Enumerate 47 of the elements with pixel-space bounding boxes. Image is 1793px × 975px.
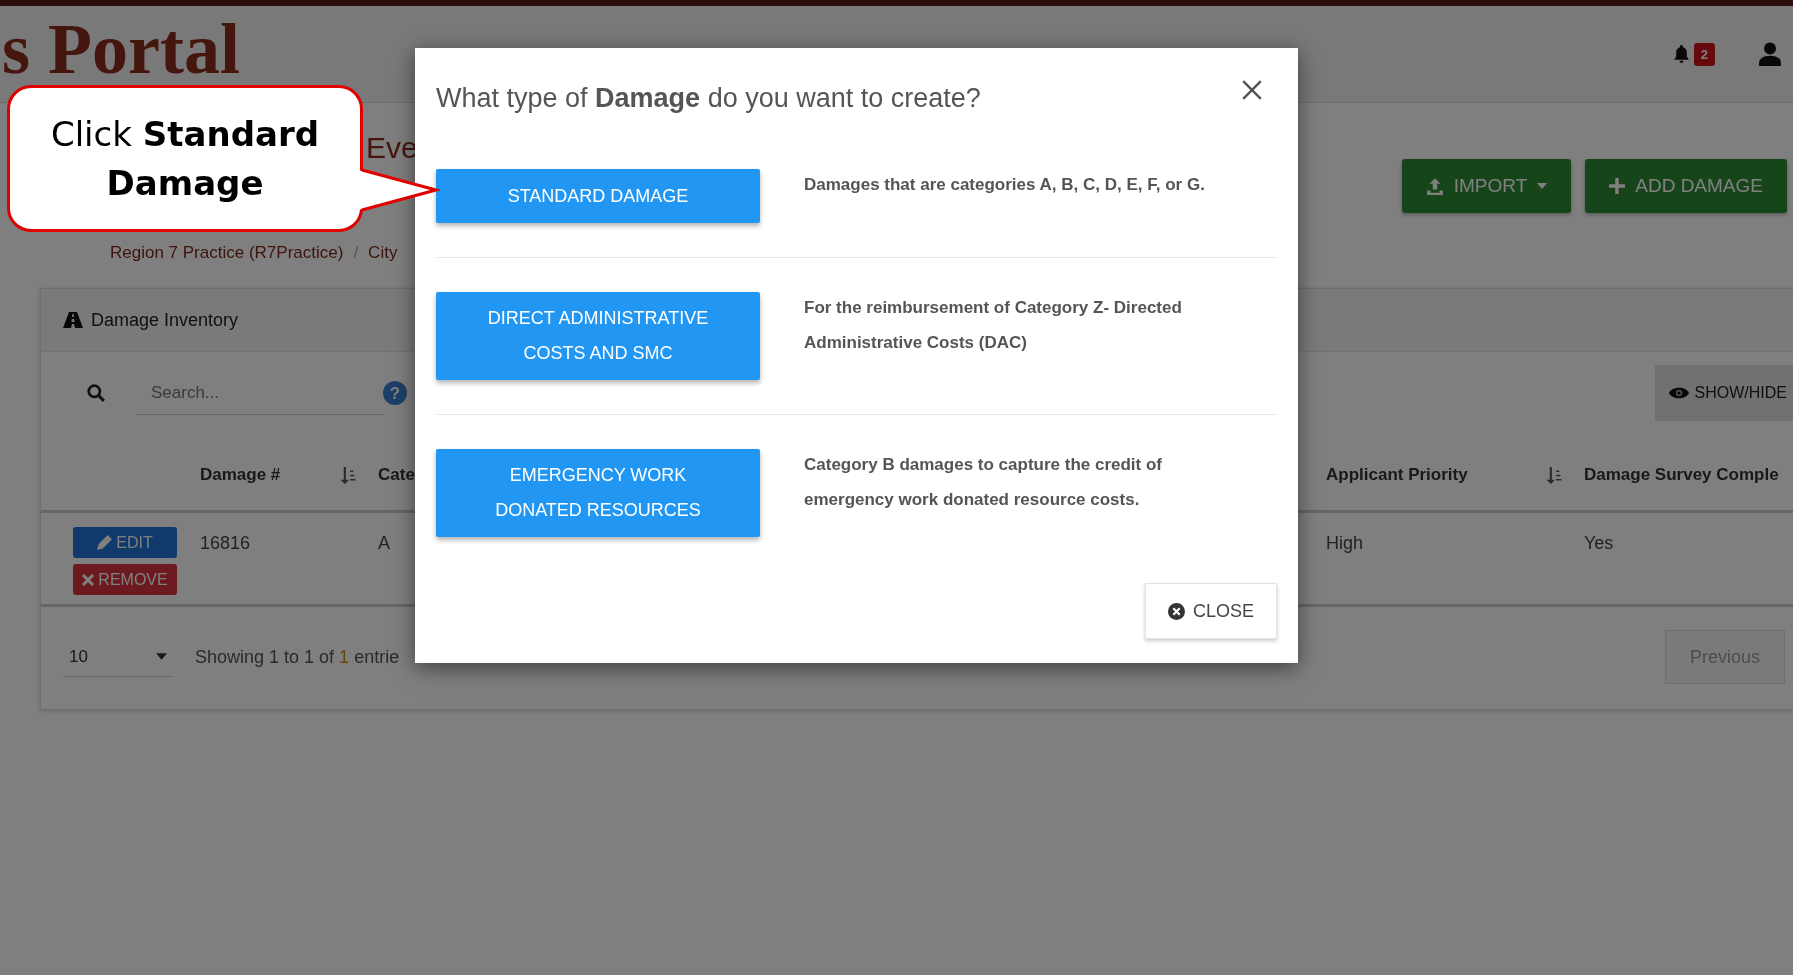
column-header[interactable]: Damage #	[200, 465, 281, 485]
close-icon	[82, 573, 95, 586]
entries-info: Showing 1 to 1 of 1 entrie	[195, 646, 400, 668]
close-button[interactable]: CLOSE	[1144, 583, 1277, 639]
table-cell-text: 16816	[200, 532, 252, 554]
column-header[interactable]: Cate	[378, 465, 415, 485]
show-hide-button[interactable]: SHOW/HIDE	[1654, 365, 1793, 421]
plus-icon	[1609, 178, 1626, 194]
bell-icon[interactable]	[1672, 44, 1690, 64]
user-icon[interactable]	[1759, 42, 1781, 66]
option-description: Damages that are categories A, B, C, D, E, F, or G.	[804, 174, 1206, 196]
modal-title: What type of Damage do you want to create?	[436, 82, 981, 114]
import-button[interactable]: IMPORT	[1401, 159, 1572, 213]
close-circle-icon	[1167, 602, 1185, 620]
column-header[interactable]: Damage Survey Comple	[1584, 465, 1779, 485]
breadcrumb-separator: /	[353, 243, 359, 263]
caret-icon	[1537, 183, 1548, 189]
edit-button[interactable]: EDIT	[73, 527, 177, 558]
callout-bubble: Click Standard Damage	[7, 85, 363, 232]
add-damage-button[interactable]: ADD DAMAGE	[1585, 159, 1787, 213]
caret-icon	[156, 653, 167, 660]
column-header[interactable]: Applicant Priority	[1326, 465, 1468, 485]
option-description: For the reimbursement of Category Z- Directed Administrative Costs (DAC)	[804, 297, 1183, 354]
breadcrumb-link[interactable]: Region 7 Practice (R7Practice)	[110, 243, 344, 263]
sort-icon[interactable]	[340, 466, 356, 484]
help-icon[interactable]: ?	[383, 381, 407, 405]
road-icon	[63, 312, 83, 328]
panel-title: Damage Inventory	[91, 309, 239, 331]
table-cell-text: High	[1326, 532, 1365, 554]
page-size-select[interactable]: 10	[63, 637, 173, 677]
notification-badge: 2	[1693, 42, 1715, 66]
table-cell-text: Yes	[1584, 532, 1615, 554]
pencil-icon	[97, 535, 113, 550]
table-cell-text: A	[378, 532, 391, 554]
portal-logo: s Portal	[2, 13, 240, 85]
eye-icon	[1668, 387, 1689, 399]
close-icon[interactable]	[1241, 79, 1263, 101]
damage-type-button[interactable]: EMERGENCY WORK DONATED RESOURCES	[436, 449, 760, 537]
sort-icon[interactable]	[1546, 466, 1562, 484]
upload-icon	[1425, 177, 1444, 195]
search-icon	[87, 384, 105, 402]
breadcrumb-link[interactable]: City	[368, 243, 398, 263]
damage-type-button[interactable]: DIRECT ADMINISTRATIVE COSTS AND SMC	[436, 292, 760, 380]
damage-type-button[interactable]: STANDARD DAMAGE	[436, 169, 760, 223]
remove-button[interactable]: REMOVE	[73, 564, 177, 595]
page-title: Eve	[366, 133, 418, 163]
option-description: Category B damages to capture the credit of emergency work donated resource costs.	[804, 454, 1164, 511]
